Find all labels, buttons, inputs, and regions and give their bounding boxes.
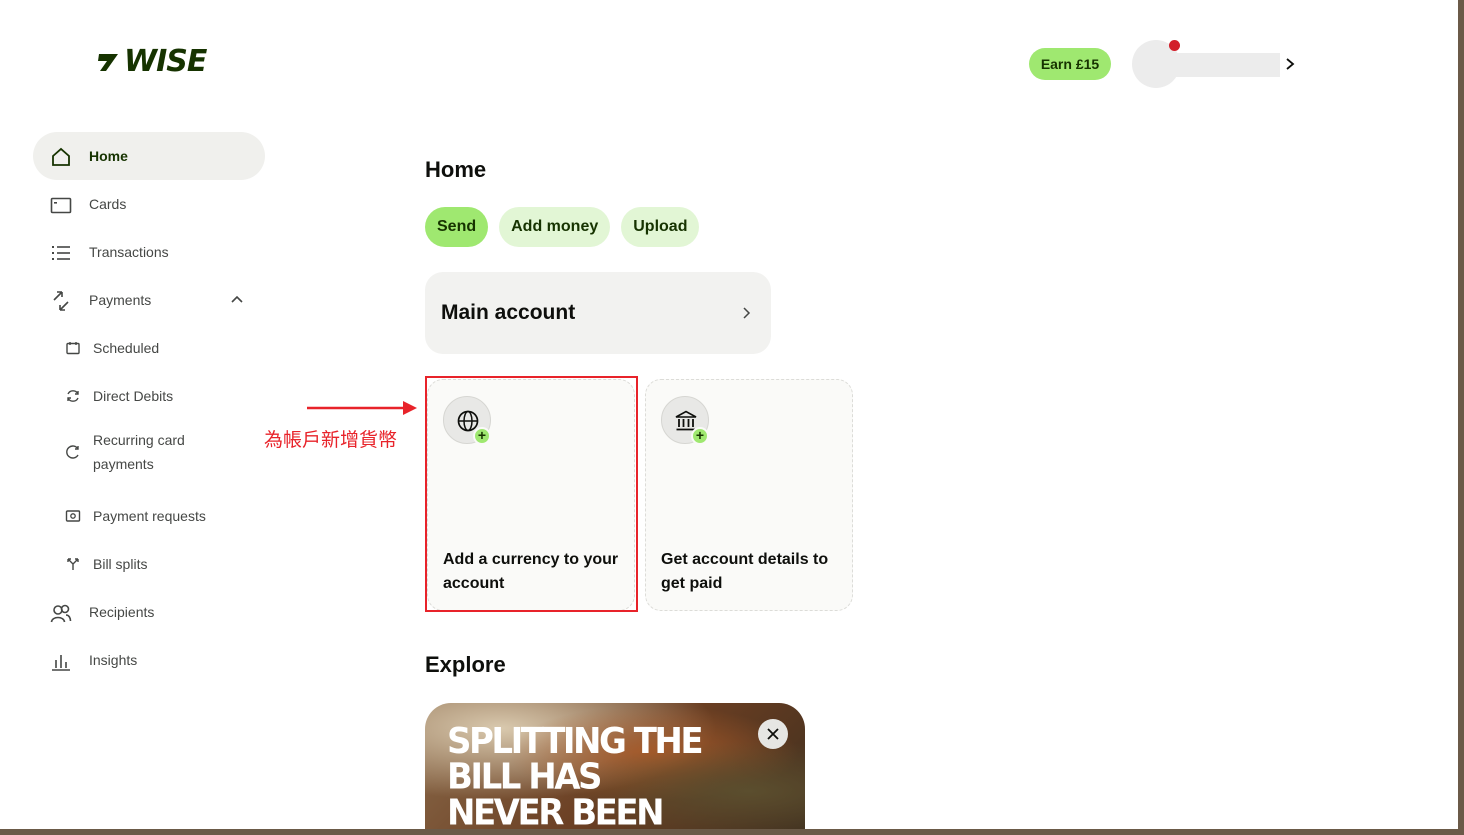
sidebar-item-cards[interactable]: Cards xyxy=(33,180,265,228)
sidebar-item-scheduled[interactable]: Scheduled xyxy=(33,324,265,372)
account-name-redacted xyxy=(1146,53,1280,77)
sidebar-item-label: Recurring card payments xyxy=(93,432,185,472)
sidebar-item-transactions[interactable]: Transactions xyxy=(33,228,265,276)
annotation-arrow-icon xyxy=(307,401,417,415)
banner-close-button[interactable] xyxy=(758,719,788,749)
wise-logo[interactable]: WISE xyxy=(96,44,207,79)
close-icon xyxy=(767,728,779,740)
chart-icon xyxy=(52,655,70,671)
sidebar-item-recipients[interactable]: Recipients xyxy=(33,588,265,636)
request-icon xyxy=(65,510,81,522)
sidebar-item-label: Scheduled xyxy=(93,340,160,356)
chevron-right-icon xyxy=(743,307,751,319)
main-account-title: Main account xyxy=(441,301,576,324)
add-money-button[interactable]: Add money xyxy=(499,207,611,247)
list-icon xyxy=(52,246,70,260)
sidebar-item-payments[interactable]: Payments xyxy=(33,276,265,324)
chevron-right-icon[interactable] xyxy=(1283,54,1297,74)
earn-referral-button[interactable]: Earn £15 xyxy=(1029,48,1111,80)
page-title: Home xyxy=(425,157,487,182)
card-icon xyxy=(50,197,72,214)
sidebar-item-payment-requests[interactable]: Payment requests xyxy=(33,492,265,540)
sidebar-item-home[interactable]: Home xyxy=(33,132,265,180)
chevron-up-icon[interactable] xyxy=(229,292,245,308)
sidebar-item-label: Insights xyxy=(89,652,138,668)
quick-actions: Send Add money Upload xyxy=(425,207,700,247)
explore-banner[interactable]: SPLITTING THE BILL HAS NEVER BEEN SO EAS… xyxy=(425,703,805,829)
sidebar-item-label: Payment requests xyxy=(93,508,206,524)
recipients-icon xyxy=(50,604,72,623)
account-details-label: Get account details to get paid xyxy=(661,551,829,592)
split-icon xyxy=(67,558,79,570)
sidebar-item-label: Bill splits xyxy=(93,556,148,572)
page: WISE Earn £15 Home Cards Transactions Pa… xyxy=(0,0,1458,829)
recurring-icon xyxy=(66,445,79,459)
sidebar-item-bill-splits[interactable]: Bill splits xyxy=(33,540,265,588)
sidebar-item-recurring-card-payments[interactable]: Recurring card payments xyxy=(33,420,265,484)
main-account-card[interactable]: Main account xyxy=(425,272,771,354)
payments-icon xyxy=(53,291,69,311)
sidebar-item-label: Home xyxy=(89,148,128,164)
calendar-icon xyxy=(66,342,80,355)
sidebar-item-label: Direct Debits xyxy=(93,388,174,404)
sidebar-item-label: Transactions xyxy=(89,244,169,260)
explore-title: Explore xyxy=(425,652,506,677)
profile-menu[interactable] xyxy=(1132,40,1302,88)
sidebar-item-label: Recipients xyxy=(89,604,155,620)
refresh-icon xyxy=(67,390,79,402)
annotation-label: 為帳戶新增貨幣 xyxy=(264,429,398,451)
sidebar-item-direct-debits[interactable]: Direct Debits xyxy=(33,372,265,420)
sidebar-item-label: Payments xyxy=(89,292,152,308)
sidebar-item-label: Cards xyxy=(89,196,127,212)
account-details-tile[interactable]: + Get account details to get paid xyxy=(645,379,853,611)
banner-headline: SPLITTING THE BILL HAS NEVER BEEN SO EAS… xyxy=(447,720,704,829)
wise-flag-icon xyxy=(98,53,118,71)
home-icon xyxy=(52,147,70,166)
annotation-highlight-box xyxy=(425,376,638,612)
notification-dot xyxy=(1169,40,1180,51)
upload-button[interactable]: Upload xyxy=(621,207,700,247)
sidebar-item-insights[interactable]: Insights xyxy=(33,636,265,684)
send-button[interactable]: Send xyxy=(425,207,489,247)
plus-icon: + xyxy=(691,427,709,445)
